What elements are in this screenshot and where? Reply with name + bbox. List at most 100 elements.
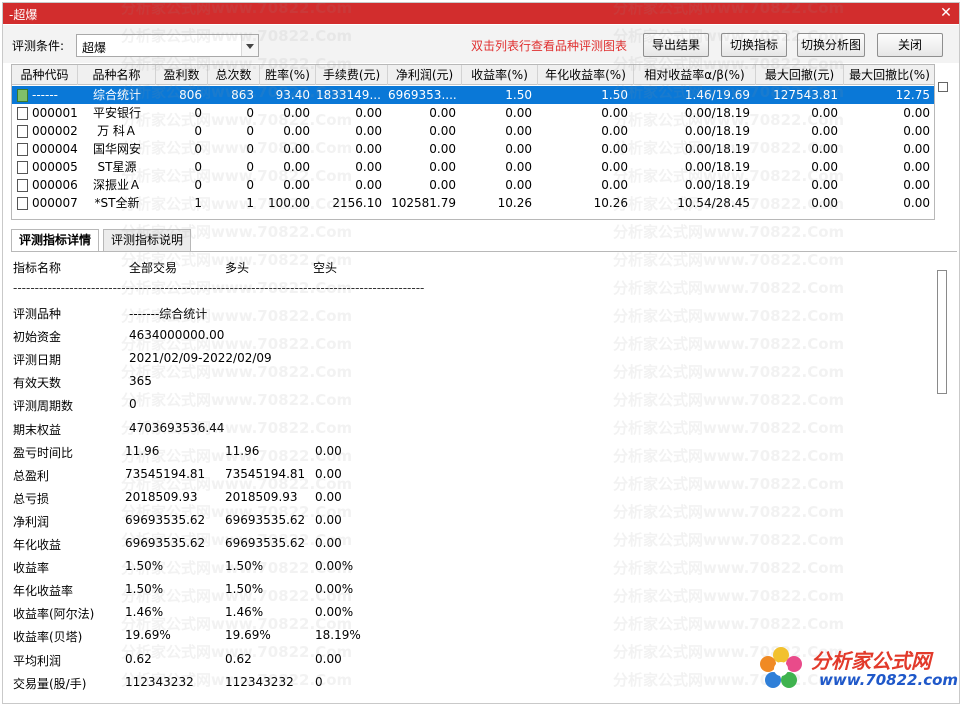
column-header[interactable]: 净利润(元): [388, 65, 462, 85]
detail-header-all: 全部交易: [129, 261, 178, 275]
table-cell: 000007: [32, 196, 78, 210]
table-cell: 6969353....: [388, 88, 456, 102]
column-header[interactable]: 胜率(%): [260, 65, 316, 85]
document-icon: [17, 107, 28, 120]
column-header[interactable]: 最大回撤(元): [756, 65, 844, 85]
table-cell: 1: [194, 196, 202, 210]
table-cell: 0.00: [283, 160, 310, 174]
table-cell: 0.00: [283, 142, 310, 156]
table-cell: 0.00: [601, 124, 628, 138]
table-cell: 0.00: [429, 160, 456, 174]
logo-url: www.70822.com: [819, 671, 959, 689]
close-button[interactable]: 关闭: [877, 33, 943, 57]
metric-all-value: 4634000000.00: [129, 328, 225, 342]
column-header[interactable]: 手续费(元): [316, 65, 388, 85]
table-cell: 0.00: [601, 160, 628, 174]
metric-long-value: 1.50%: [225, 582, 264, 596]
table-cell: 0.00: [505, 106, 532, 120]
metric-all-value: 365: [129, 374, 152, 388]
metric-short-value: 0.00: [315, 652, 342, 666]
table-cell: 0.00: [903, 196, 930, 210]
metric-all-value: 69693535.62: [125, 513, 206, 527]
table-cell: 0.00: [355, 142, 382, 156]
table-cell: 平安银行: [92, 106, 141, 120]
watermark: 分析家公式网www.70822.Com: [613, 223, 845, 241]
metric-all-value: -------综合统计: [129, 307, 208, 321]
metric-all-value: 19.69%: [125, 628, 171, 642]
column-header[interactable]: 品种代码: [12, 65, 78, 85]
table-cell: 000002: [32, 124, 78, 138]
toolbar: 评测条件: 超爆 双击列表行查看品种评测图表 导出结果 切换指标 切换分析图 关…: [3, 25, 959, 63]
condition-label: 评测条件:: [12, 39, 65, 53]
table-cell: 806: [179, 88, 202, 102]
metric-all-value: 112343232: [125, 675, 194, 689]
switch-chart-button[interactable]: 切换分析图: [797, 33, 865, 57]
table-cell: 综合统计: [92, 88, 141, 102]
table-row[interactable]: ------ 综合统计 806 863 93.40 1833149.... 6969353.…: [12, 86, 934, 104]
table-row[interactable]: 000002 万 科Ａ 0 0 0.00 0.00 0.00 0.00 0.00 0.00/18.…: [12, 122, 934, 140]
table-cell: ST星源: [97, 160, 137, 174]
metric-all-value: 2018509.93: [125, 490, 198, 504]
site-logo: 分析家公式网 www.70822.com: [753, 643, 958, 695]
metric-long-value: 1.50%: [225, 559, 264, 573]
detail-scrollbar[interactable]: [936, 268, 948, 703]
metric-short-value: 0.00%: [315, 582, 354, 596]
metric-long-value: 0.62: [225, 652, 252, 666]
table-cell: 0.00/18.19: [684, 178, 750, 192]
table-cell: 0: [194, 124, 202, 138]
metric-name: 评测周期数: [13, 399, 74, 413]
metric-name: 初始资金: [13, 330, 62, 344]
table-row[interactable]: 000001 平安银行 0 0 0.00 0.00 0.00 0.00 0.00 0.00/18.…: [12, 104, 934, 122]
table-row[interactable]: 000006 深振业Ａ 0 0 0.00 0.00 0.00 0.00 0.00 0.00/18.…: [12, 176, 934, 194]
table-cell: 0: [194, 142, 202, 156]
table-cell: 0.00: [355, 106, 382, 120]
tab-indicator-description[interactable]: 评测指标说明: [103, 229, 191, 251]
column-header[interactable]: 品种名称: [78, 65, 156, 85]
metric-all-value: 0.62: [125, 652, 152, 666]
table-cell: 0.00: [811, 142, 838, 156]
table-cell: 0.00: [429, 142, 456, 156]
column-header[interactable]: 最大回撤比(%): [844, 65, 934, 85]
close-icon[interactable]: ✕: [937, 4, 955, 22]
chevron-down-icon[interactable]: [241, 35, 258, 56]
tab-indicator-details[interactable]: 评测指标详情: [11, 229, 99, 252]
detail-panel: 指标名称 全部交易 多头 空头 ------------------------…: [11, 252, 941, 703]
metric-short-value: 0.00%: [315, 559, 354, 573]
table-cell: 0.00: [505, 178, 532, 192]
switch-indicator-button[interactable]: 切换指标: [721, 33, 787, 57]
table-row[interactable]: 000004 国华网安 0 0 0.00 0.00 0.00 0.00 0.00 0.00/18.…: [12, 140, 934, 158]
metric-short-value: 0.00%: [315, 605, 354, 619]
results-table: 品种代码 品种名称 盈利数 总次数 胜率(%) 手续费(元) 净利润(元) 收益率(%) 年化收…: [11, 64, 935, 220]
condition-select[interactable]: 超爆: [76, 34, 259, 57]
export-results-button[interactable]: 导出结果: [643, 33, 709, 57]
table-cell: 102581.79: [391, 196, 456, 210]
table-cell: 10.26: [497, 196, 532, 210]
table-row[interactable]: 000005 ST星源 0 0 0.00 0.00 0.00 0.00 0.00 0.00/18.…: [12, 158, 934, 176]
column-header[interactable]: 盈利数: [156, 65, 208, 85]
table-cell: 0: [246, 160, 254, 174]
table-cell: 0: [246, 124, 254, 138]
table-cell: 0.00: [505, 160, 532, 174]
table-cell: 0.00: [903, 106, 930, 120]
table-row[interactable]: 000007 *ST全新 1 1 100.00 2156.10 102581.79 10.26…: [12, 194, 934, 212]
table-cell: 1: [246, 196, 254, 210]
table-cell: 0.00: [903, 142, 930, 156]
table-cell: 0.00: [283, 178, 310, 192]
column-header[interactable]: 相对收益率α/β(%): [634, 65, 756, 85]
column-header[interactable]: 收益率(%): [462, 65, 538, 85]
column-header[interactable]: 年化收益率(%): [538, 65, 634, 85]
table-cell: 0.00: [601, 142, 628, 156]
scrollbar-thumb[interactable]: [937, 270, 947, 394]
table-cell: 0.00: [601, 106, 628, 120]
column-header[interactable]: 总次数: [208, 65, 260, 85]
metric-all-value: 11.96: [125, 444, 160, 458]
metric-all-value: 1.46%: [125, 605, 164, 619]
detail-divider: ----------------------------------------…: [13, 281, 425, 295]
table-cell: *ST全新: [94, 196, 140, 210]
table-cell: 0.00: [429, 124, 456, 138]
table-cell: 10.54/28.45: [677, 196, 750, 210]
table-scrollbar[interactable]: [938, 82, 948, 92]
table-cell: 国华网安: [92, 142, 141, 156]
metric-name: 收益率: [13, 561, 50, 575]
table-cell: 0.00: [283, 106, 310, 120]
